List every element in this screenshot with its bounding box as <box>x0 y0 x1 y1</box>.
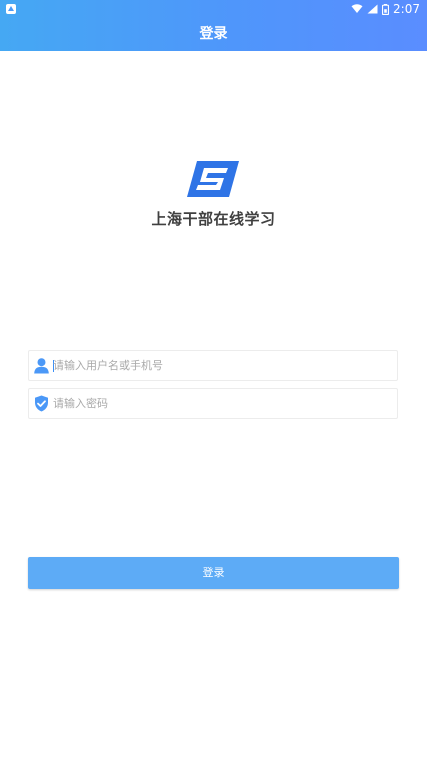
shield-check-icon <box>35 395 48 412</box>
password-input[interactable] <box>53 389 393 418</box>
password-field[interactable] <box>28 388 398 419</box>
status-time: 2:07 <box>393 2 420 16</box>
username-input[interactable] <box>53 351 393 380</box>
username-field[interactable] <box>28 350 398 381</box>
status-bar: 2:07 <box>0 0 427 18</box>
battery-icon <box>382 3 390 15</box>
user-icon <box>34 358 49 374</box>
app-header: 2:07 登录 <box>0 0 427 51</box>
login-button[interactable]: 登录 <box>28 557 399 589</box>
page-title: 登录 <box>199 26 228 42</box>
status-right: 2:07 <box>351 2 420 16</box>
notification-icon <box>6 4 16 14</box>
wifi-icon <box>351 4 363 13</box>
app-name: 上海干部在线学习 <box>151 210 276 228</box>
shanghai-cadre-logo-icon <box>187 161 239 197</box>
cellular-signal-icon <box>367 4 378 14</box>
login-screen: 2:07 登录 上海干部在线学习 登录 <box>0 0 427 760</box>
